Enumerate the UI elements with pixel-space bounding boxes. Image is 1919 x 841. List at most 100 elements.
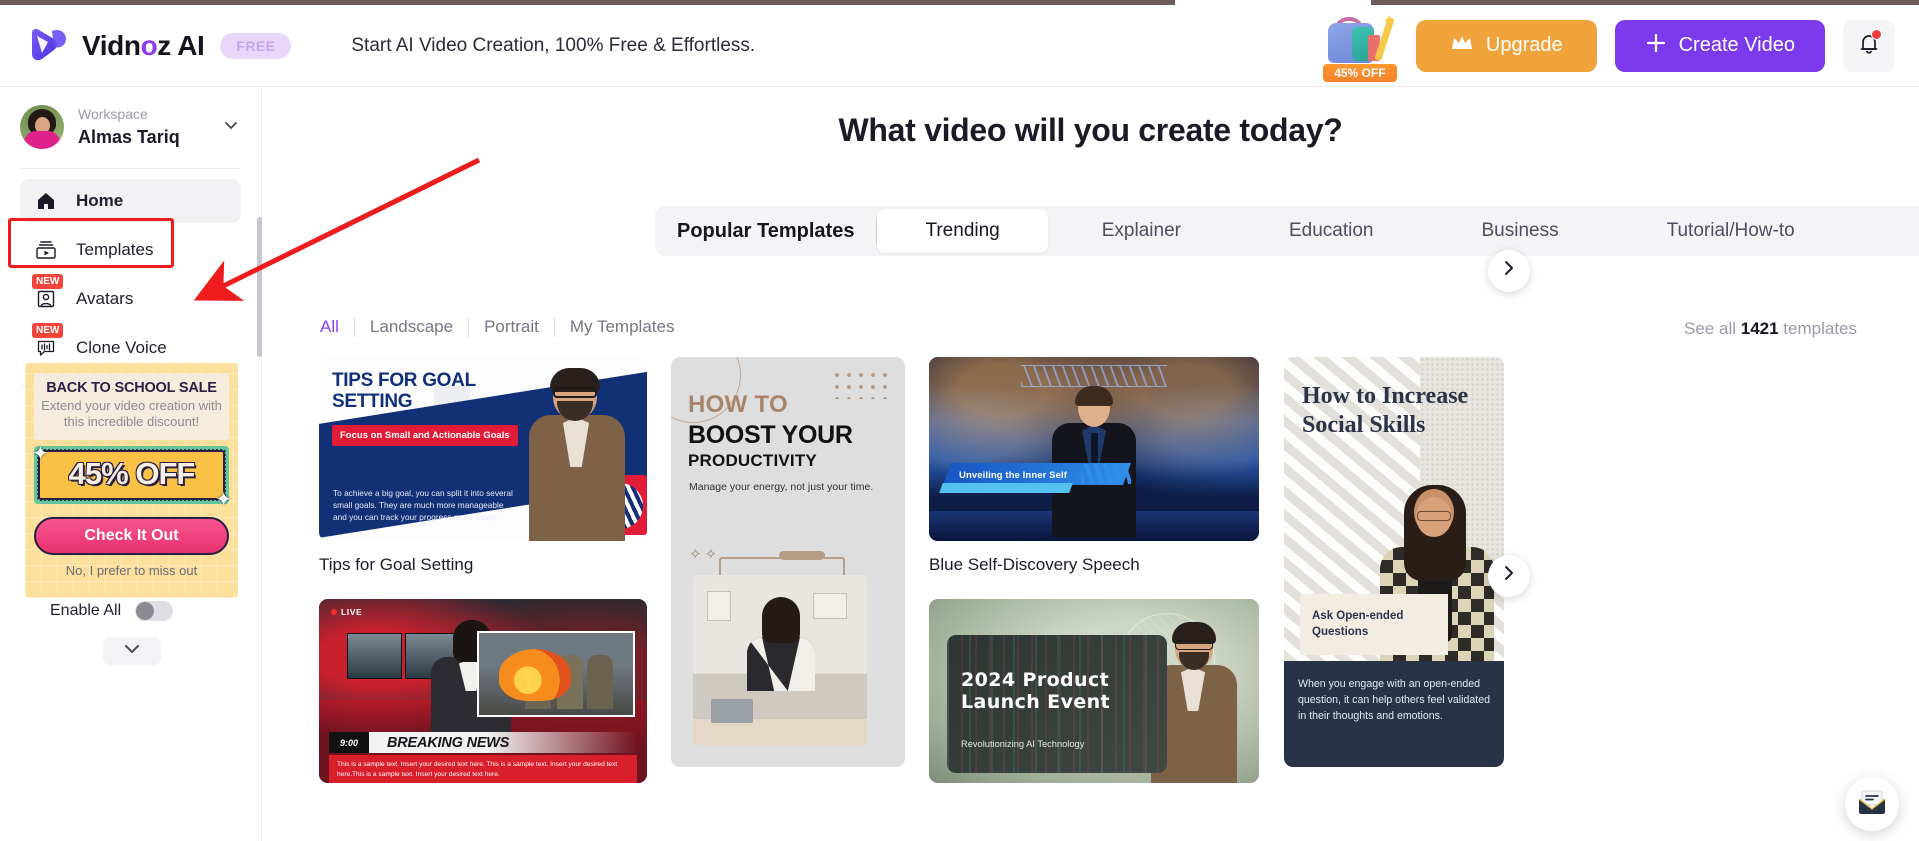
filter-landscape[interactable]: Landscape [370, 317, 453, 337]
template-thumbnail: HOW TO BOOST YOUR PRODUCTIVITY Manage yo… [671, 357, 905, 767]
promo-discount-label: 45% OFF [1321, 62, 1398, 83]
filter-separator [553, 317, 555, 337]
template-thumbnail: How to Increase Social Skills Ask Open-e… [1284, 357, 1504, 767]
plan-badge-free: FREE [220, 32, 292, 59]
upgrade-button[interactable]: Upgrade [1415, 19, 1597, 72]
logo[interactable]: Vidnoz AI FREE [28, 25, 292, 67]
template-thumbnail: 2024 Product Launch Event Revolutionizin… [929, 599, 1259, 783]
promo-card-deal: 45% OFF ✦ ✦ [32, 443, 232, 511]
see-all-templates-link[interactable]: See all 1421 templates [1684, 319, 1857, 339]
live-badge: LIVE [331, 607, 362, 617]
new-badge: NEW [32, 322, 64, 338]
template-card-goal-setting[interactable]: TIPS FOR GOAL SETTING Focus on Small and… [319, 357, 647, 575]
filter-all[interactable]: All [320, 317, 339, 337]
notifications-button[interactable] [1843, 19, 1895, 72]
lower-third: 9:00 BREAKING NEWS [329, 732, 637, 753]
header-actions: ✦ 45% OFF Upgrade Create Video [1321, 9, 1895, 83]
tab-popular-templates[interactable]: Popular Templates [655, 210, 876, 252]
template-column: How to Increase Social Skills Ask Open-e… [1284, 357, 1504, 767]
presenter-figure [529, 368, 625, 541]
tabs-next-button[interactable] [1488, 250, 1530, 292]
sidebar-item-label: Templates [76, 239, 154, 259]
create-video-button[interactable]: Create Video [1614, 19, 1825, 72]
inset-photo [477, 631, 635, 717]
app-root: Vidnoz AI FREE Start AI Video Creation, … [0, 0, 1919, 841]
chevron-right-icon [1500, 259, 1518, 283]
filter-portrait[interactable]: Portrait [484, 317, 539, 337]
sparkle-icon: ✦ [215, 488, 232, 511]
new-badge: NEW [32, 273, 64, 289]
thumb-sub: Revolutionizing AI Technology [961, 739, 1085, 749]
thumb-line-2: BOOST YOUR [688, 421, 853, 449]
page-title: What video will you create today? [838, 112, 1343, 148]
template-column: HOW TO BOOST YOUR PRODUCTIVITY Manage yo… [671, 357, 905, 767]
sparkle-icon: ✧✧ [689, 546, 721, 563]
thumb-tag: Focus on Small and Actionable Goals [332, 425, 518, 446]
avatar [20, 105, 64, 150]
template-thumbnail: LIVE 9:00 BREAKING NEWS This is a sample… [319, 599, 647, 783]
thumb-ribbon-text: Unveiling the Inner Self [959, 470, 1067, 481]
main-content: What video will you create today? Popula… [262, 87, 1919, 841]
chat-support-button[interactable] [1845, 777, 1899, 831]
thumb-sub: Manage your energy, not just your time. [689, 481, 874, 493]
thumb-heading: How to Increase Social Skills [1302, 383, 1469, 439]
sidebar-item-avatars[interactable]: NEW Avatars [20, 273, 241, 321]
sidebar-item-label: Clone Voice [76, 337, 167, 357]
promo-dismiss-link[interactable]: No, I prefer to miss out [34, 563, 229, 578]
news-headline: BREAKING NEWS [387, 734, 510, 751]
sidebar-nav: Home Templates NEW Avatars NEW Clone Voi… [0, 178, 261, 370]
sidebar-collapse-button[interactable] [103, 637, 161, 665]
template-card-blue-self-discovery[interactable]: Unveiling the Inner Self Blue Self-Disco… [929, 357, 1259, 575]
workspace-switcher[interactable]: Workspace Almas Tariq [0, 87, 261, 164]
tab-trending[interactable]: Trending [877, 209, 1048, 253]
tab-business[interactable]: Business [1427, 210, 1612, 252]
filter-separator [468, 317, 470, 337]
promo-check-it-out-button[interactable]: Check It Out [34, 516, 229, 555]
crown-icon [1450, 34, 1474, 58]
sidebar-item-home[interactable]: Home [20, 178, 241, 223]
logo-text-o: o [140, 29, 158, 61]
see-all-prefix: See all [1684, 319, 1736, 338]
upgrade-button-label: Upgrade [1485, 34, 1563, 56]
enable-all-toggle[interactable] [135, 601, 174, 621]
template-thumbnail: Unveiling the Inner Self [929, 357, 1259, 541]
presenter-photo [693, 575, 867, 745]
filter-my-templates[interactable]: My Templates [570, 317, 675, 337]
logo-text-post: z AI [157, 29, 205, 61]
tab-tutorial-how-to[interactable]: Tutorial/How-to [1613, 210, 1849, 252]
filter-separator [353, 317, 355, 337]
chevron-down-icon[interactable] [221, 115, 241, 139]
category-tabbar: Popular Templates Trending Explainer Edu… [655, 206, 1919, 256]
sidebar-item-templates[interactable]: Templates [20, 228, 241, 272]
notification-dot [1871, 28, 1882, 40]
template-column: TIPS FOR GOAL SETTING Focus on Small and… [319, 357, 647, 783]
vidnoz-v-logo-icon [28, 25, 70, 67]
enable-all-label: Enable All [50, 602, 122, 619]
home-icon [34, 189, 58, 213]
avatar-person-icon [34, 287, 58, 311]
chat-envelope-icon [1857, 789, 1887, 820]
promo-card-head: BACK TO SCHOOL SALE Extend your video cr… [34, 373, 229, 440]
news-time: 9:00 [329, 732, 369, 753]
template-card-product-launch[interactable]: 2024 Product Launch Event Revolutionizin… [929, 599, 1259, 783]
tab-education[interactable]: Education [1235, 210, 1428, 252]
workspace-label: Workspace [78, 106, 148, 122]
thumb-heading: 2024 Product Launch Event [961, 669, 1111, 714]
sidebar-item-label: Avatars [76, 288, 134, 308]
template-card-boost-productivity[interactable]: HOW TO BOOST YOUR PRODUCTIVITY Manage yo… [671, 357, 905, 767]
promo-card-title: BACK TO SCHOOL SALE [46, 380, 217, 396]
template-card-social-skills[interactable]: How to Increase Social Skills Ask Open-e… [1284, 357, 1504, 767]
cards-next-button[interactable] [1488, 555, 1530, 597]
thumb-body: When you engage with an open-ended quest… [1284, 661, 1504, 767]
logo-text-pre: Vidn [82, 29, 141, 61]
templates-icon [34, 238, 58, 262]
promo-card-back-to-school[interactable]: BACK TO SCHOOL SALE Extend your video cr… [25, 363, 238, 598]
tab-explainer[interactable]: Explainer [1048, 210, 1235, 252]
template-card-breaking-news[interactable]: LIVE 9:00 BREAKING NEWS This is a sample… [319, 599, 647, 783]
create-video-button-label: Create Video [1678, 34, 1795, 56]
workspace-name: Almas Tariq [78, 126, 180, 147]
template-thumbnail: TIPS FOR GOAL SETTING Focus on Small and… [319, 357, 647, 541]
promo-backpack-badge[interactable]: ✦ 45% OFF [1321, 9, 1398, 83]
sparkle-icon: ✦ [32, 442, 49, 465]
template-card-title: Tips for Goal Setting [319, 555, 474, 574]
